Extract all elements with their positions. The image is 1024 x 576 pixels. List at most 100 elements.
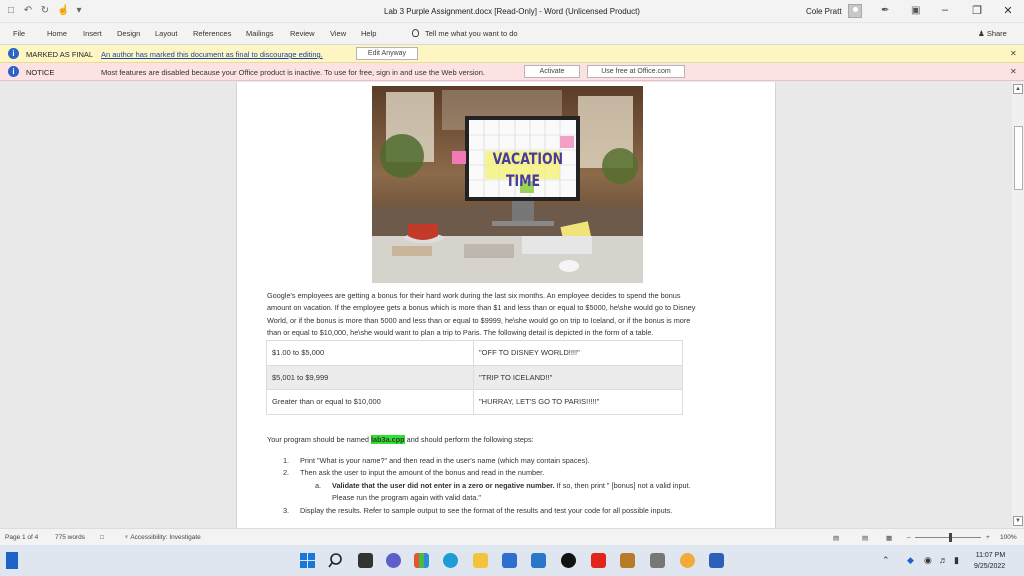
app-icon[interactable] [650, 553, 665, 568]
store-icon[interactable] [502, 553, 517, 568]
ribbon-tabs: File Home Insert Design Layout Reference… [0, 23, 1024, 45]
list-continuation[interactable]: Please run the program again with valid … [332, 492, 481, 504]
battery-icon[interactable]: ▮ [954, 555, 959, 566]
zoom-slider[interactable] [915, 537, 981, 538]
activate-button[interactable]: Activate [524, 65, 580, 78]
list-item[interactable]: 2. Then ask the user to input the amount … [283, 467, 544, 479]
zoom-slider-knob[interactable] [949, 533, 952, 542]
table-cell[interactable]: "OFF TO DISNEY WORLD!!!!" [473, 340, 683, 366]
tab-view[interactable]: View [330, 29, 346, 38]
vacation-text: VACATION TIME [492, 148, 564, 192]
close-notice-bar-icon[interactable]: ✕ [1010, 67, 1017, 76]
edit-anyway-button[interactable]: Edit Anyway [356, 47, 418, 60]
taskbar: ⌃ ◆ ◉ ♬ ▮ 11:07 PM 9/25/2022 [0, 545, 1024, 576]
accessibility-status[interactable]: ♆ Accessibility: Investigate [124, 534, 201, 541]
table-cell[interactable]: $5,001 to $9,999 [266, 364, 474, 390]
use-free-button[interactable]: Use free at Office.com [587, 65, 685, 78]
system-clock[interactable]: 11:07 PM 9/25/2022 [974, 550, 1005, 572]
intro-paragraph[interactable]: Google's employees are getting a bonus f… [267, 290, 749, 339]
scrollbar-thumb[interactable] [1014, 126, 1023, 190]
chrome-icon[interactable] [680, 553, 695, 568]
restore-button[interactable]: ❐ [969, 4, 985, 17]
list-text: Display the results. Refer to sample out… [300, 506, 673, 515]
show-hidden-icons-icon[interactable]: ⌃ [882, 555, 890, 566]
para-line: amount on vacation. If the employee gets… [267, 303, 696, 313]
app-icon[interactable] [620, 553, 635, 568]
document-page[interactable]: VACATION TIME Google's employees are get… [236, 82, 776, 528]
print-layout-icon[interactable]: ▤ [862, 534, 868, 542]
ribbon-display-icon[interactable]: ▣ [911, 5, 920, 16]
zoom-level[interactable]: 100% [1000, 534, 1017, 541]
volume-icon[interactable]: ♬ [939, 555, 948, 565]
web-layout-icon[interactable]: ▦ [886, 534, 892, 542]
proofing-icon[interactable]: □ [100, 534, 104, 541]
tab-layout[interactable]: Layout [155, 29, 178, 38]
minimize-button[interactable]: – [937, 4, 953, 16]
vacation-image: VACATION TIME [372, 86, 643, 283]
chat-icon[interactable] [386, 553, 401, 568]
dell-icon[interactable] [561, 553, 576, 568]
table-row: $1.00 to $5,000 "OFF TO DISNEY WORLD!!!!… [266, 340, 683, 366]
list-item[interactable]: 3. Display the results. Refer to sample o… [283, 505, 672, 517]
table-cell[interactable]: $1.00 to $5,000 [266, 340, 474, 366]
tab-review[interactable]: Review [290, 29, 315, 38]
tab-mailings[interactable]: Mailings [246, 29, 274, 38]
table-cell[interactable]: Greater than or equal to $10,000 [266, 389, 474, 415]
clock-date: 9/25/2022 [974, 563, 1006, 570]
title-bar: □ ↶ ↻ ☝ ▾ Lab 3 Purple Assignment.docx [… [0, 0, 1024, 23]
para-line: Google's employees are getting a bonus f… [267, 291, 681, 300]
wifi-icon[interactable]: ◉ [924, 555, 932, 566]
close-final-bar-icon[interactable]: ✕ [1010, 49, 1017, 58]
list-number: a. [315, 481, 322, 490]
vertical-scrollbar[interactable]: ▲ ▼ [1012, 82, 1024, 528]
tab-home[interactable]: Home [47, 29, 67, 38]
tab-design[interactable]: Design [117, 29, 140, 38]
bonus-table[interactable]: $1.00 to $5,000 "OFF TO DISNEY WORLD!!!!… [266, 340, 683, 415]
document-area[interactable]: VACATION TIME Google's employees are get… [0, 82, 1024, 528]
word-taskbar-icon[interactable] [709, 553, 724, 568]
mail-icon[interactable] [531, 553, 546, 568]
clock-time: 11:07 PM [975, 552, 1006, 559]
close-button[interactable]: ✕ [1000, 4, 1016, 17]
task-view-icon[interactable] [358, 553, 373, 568]
final-title: MARKED AS FINAL [26, 50, 94, 59]
tab-references[interactable]: References [193, 29, 231, 38]
zoom-in-icon[interactable]: + [986, 534, 990, 541]
file-explorer-icon[interactable] [473, 553, 488, 568]
vacation-text-line1: VACATION [492, 149, 564, 168]
notice-title: NOTICE [26, 68, 55, 77]
bluetooth-icon[interactable]: ◆ [907, 555, 914, 566]
read-mode-icon[interactable]: ▤ [833, 534, 839, 542]
list-item[interactable]: 1. Print "What is your name?" and then re… [283, 455, 590, 467]
table-cell[interactable]: "TRIP TO ICELAND!!" [473, 364, 683, 390]
avatar[interactable] [848, 4, 862, 18]
search-icon[interactable] [328, 553, 343, 568]
list-item[interactable]: a. Validate that the user did not enter i… [315, 480, 691, 492]
mcafee-icon[interactable] [591, 553, 606, 568]
program-paragraph[interactable]: Your program should be named lab3a.cpp a… [267, 434, 749, 446]
list-number: 1. [283, 456, 290, 465]
start-icon[interactable] [300, 553, 315, 568]
scroll-up-icon[interactable]: ▲ [1013, 84, 1023, 94]
share-button[interactable]: ♟ Share [978, 29, 1007, 38]
edge-icon[interactable] [443, 553, 458, 568]
user-name[interactable]: Cole Pratt [806, 7, 842, 16]
table-cell[interactable]: "HURRAY, LET'S GO TO PARIS!!!!!" [473, 389, 683, 415]
page-count[interactable]: Page 1 of 4 [5, 534, 38, 541]
final-message[interactable]: An author has marked this document as fi… [101, 50, 323, 59]
vacation-text-line2: TIME [505, 171, 541, 190]
tab-help[interactable]: Help [361, 29, 376, 38]
tab-insert[interactable]: Insert [83, 29, 102, 38]
window-title: Lab 3 Purple Assignment.docx [Read-Only]… [384, 7, 640, 16]
widgets-icon[interactable] [414, 553, 429, 568]
scroll-down-icon[interactable]: ▼ [1013, 516, 1023, 526]
tab-file[interactable]: File [13, 29, 25, 38]
list-text: Print "What is your name?" and then read… [300, 456, 590, 465]
zoom-out-icon[interactable]: – [907, 534, 911, 541]
marked-final-bar: i MARKED AS FINAL An author has marked t… [0, 45, 1024, 63]
para-line: World, or if the bonus is more than 5000… [267, 315, 691, 325]
tell-me-search[interactable]: Tell me what you want to do [412, 29, 518, 38]
pen-icon[interactable]: ✒ [881, 5, 889, 16]
word-window-thumb-icon[interactable] [6, 552, 18, 569]
word-count[interactable]: 775 words [55, 534, 85, 541]
